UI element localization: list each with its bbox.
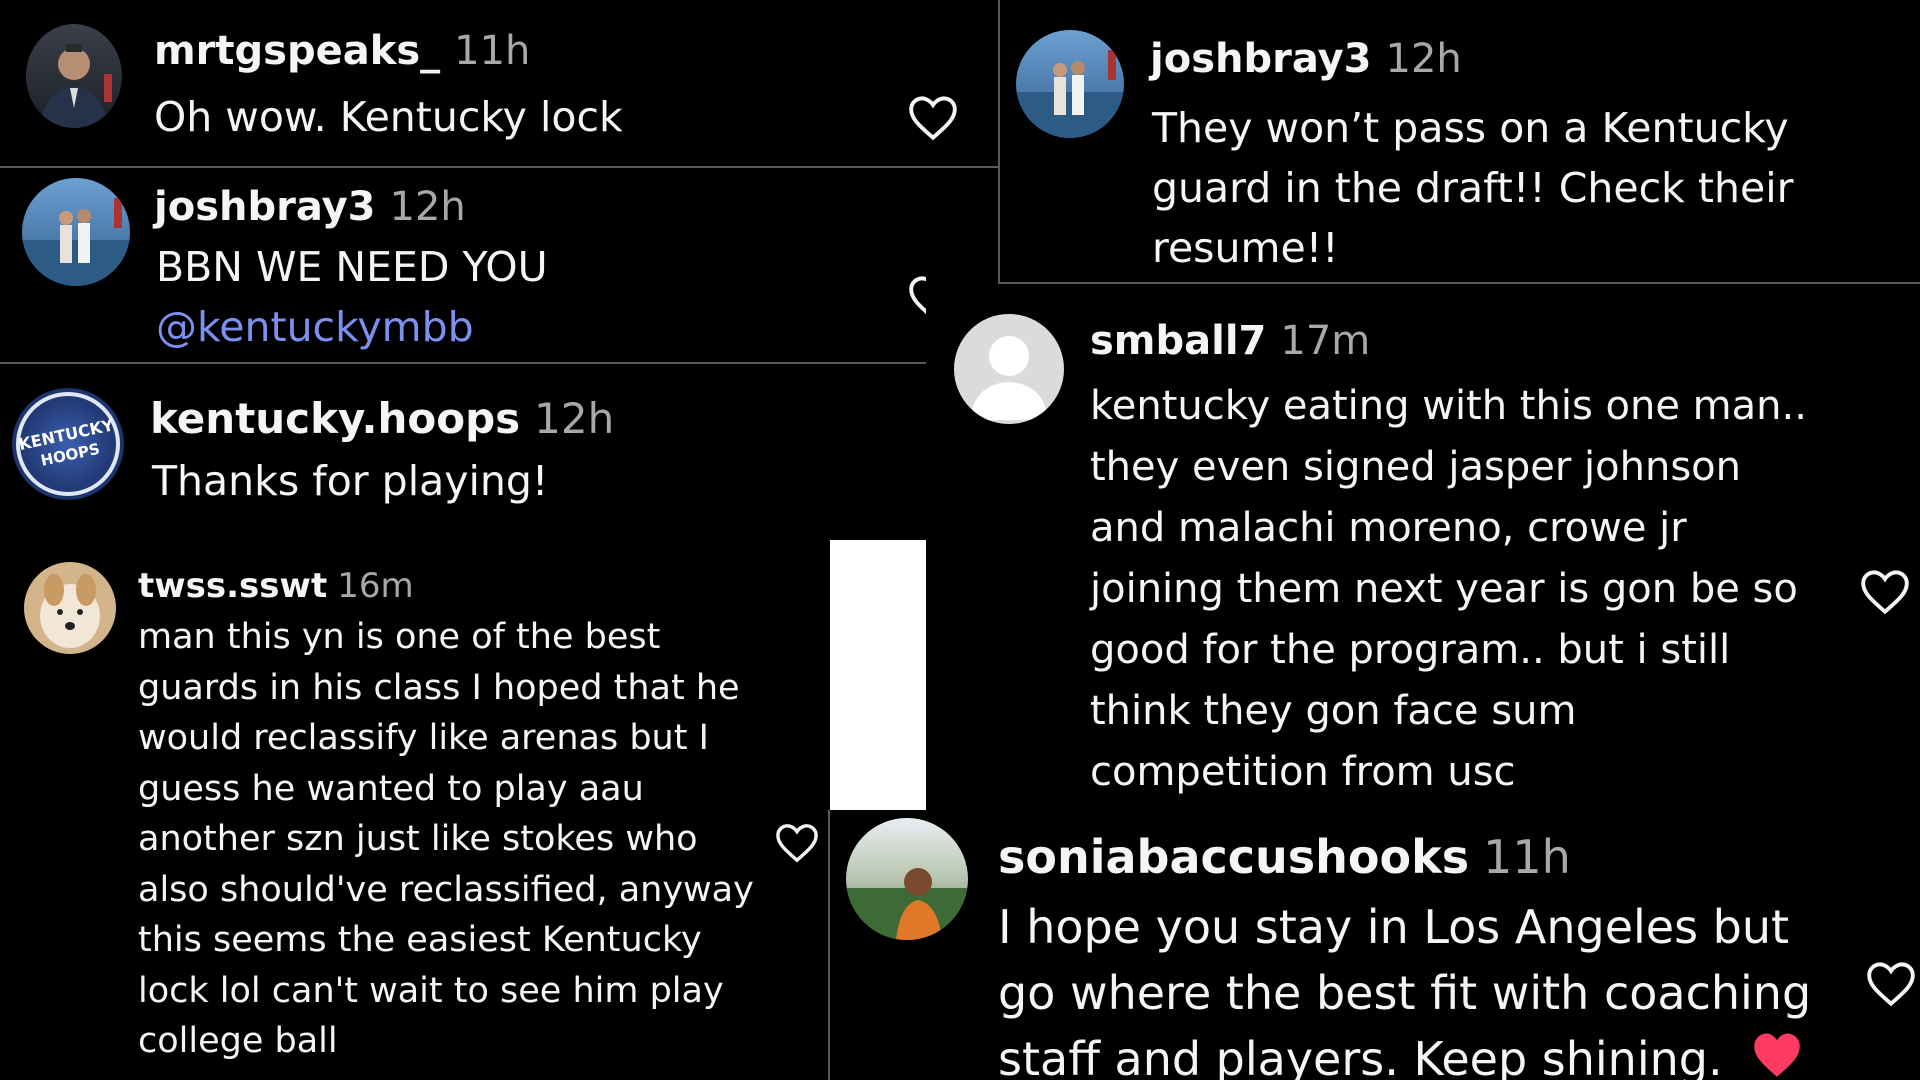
comment-mrtgspeaks: mrtgspeaks_ 11h Oh wow. Kentucky lock bbox=[0, 0, 998, 166]
comment-line: they even signed jasper johnson bbox=[1090, 444, 1741, 490]
couple-photo-icon bbox=[1016, 50, 1124, 138]
username[interactable]: smball7 bbox=[1090, 318, 1266, 364]
comment-line-text: staff and players. Keep shining. bbox=[998, 1032, 1723, 1080]
comment-text: I hope you stay in Los Angeles but go wh… bbox=[998, 894, 1811, 1080]
comment-line: think they gon face sum bbox=[1090, 688, 1577, 734]
comment-text: Thanks for playing! bbox=[152, 457, 549, 505]
avatar[interactable]: KENTUCKY HOOPS bbox=[12, 388, 124, 500]
comment-line: competition from usc bbox=[1090, 749, 1516, 795]
timestamp: 12h bbox=[1385, 36, 1462, 82]
timestamp: 12h bbox=[534, 394, 615, 443]
timestamp: 16m bbox=[337, 566, 414, 606]
comment-joshbray3-right: joshbray3 12h They won’t pass on a Kentuc… bbox=[1000, 0, 1920, 282]
comment-line: this seems the easiest Kentucky bbox=[138, 920, 702, 960]
comment-text: They won’t pass on a Kentucky guard in t… bbox=[1152, 98, 1793, 278]
divider bbox=[0, 362, 926, 364]
comment-line: guess he wanted to play aau bbox=[138, 768, 644, 809]
comment-line: college ball bbox=[138, 1021, 338, 1061]
timestamp: 17m bbox=[1280, 318, 1371, 364]
comment-line: lock lol can't wait to see him play bbox=[138, 970, 724, 1011]
comment-line: I hope you stay in Los Angeles but bbox=[998, 900, 1790, 954]
mention-link[interactable]: @kentuckymbb bbox=[156, 302, 474, 353]
comment-smball7: smball7 17m kentucky eating with this one… bbox=[928, 286, 1920, 810]
heart-outline-icon[interactable] bbox=[906, 94, 960, 146]
couple-photo-icon bbox=[22, 198, 130, 286]
comment-text: man this yn is one of the best guards in… bbox=[138, 612, 754, 1067]
comment-line: guards in his class I hoped that he bbox=[138, 667, 740, 708]
heart-outline-icon[interactable] bbox=[774, 822, 820, 868]
comment-line: and malachi moreno, crowe jr bbox=[1090, 505, 1687, 551]
kentucky-hoops-logo: KENTUCKY HOOPS bbox=[16, 392, 120, 496]
avatar[interactable] bbox=[1016, 30, 1124, 138]
comment-joshbray3-left: joshbray3 12h BBN WE NEED YOU @kentuckymb… bbox=[0, 170, 926, 362]
comment-line: another szn just like stokes who bbox=[138, 819, 698, 859]
red-heart-icon bbox=[1749, 1029, 1805, 1080]
avatar[interactable] bbox=[24, 562, 116, 654]
comment-line: guard in the draft!! Check their bbox=[1152, 164, 1794, 212]
username[interactable]: soniabaccushooks bbox=[998, 830, 1469, 884]
heart-outline-icon[interactable] bbox=[906, 274, 926, 326]
comment-line: go where the best fit with coaching bbox=[998, 966, 1812, 1020]
comment-line: resume!! bbox=[1152, 224, 1339, 272]
comment-soniabaccushooks: soniabaccushooks 11h I hope you stay in L… bbox=[832, 810, 1920, 1080]
comment-kentucky-hoops: KENTUCKY HOOPS kentucky.hoops 12h Thanks … bbox=[0, 366, 926, 536]
divider bbox=[0, 166, 998, 168]
avatar[interactable] bbox=[26, 24, 122, 128]
comment-line: also should've reclassified, anyway bbox=[138, 869, 754, 910]
default-avatar-icon[interactable] bbox=[954, 314, 1064, 424]
username[interactable]: kentucky.hoops bbox=[150, 394, 520, 443]
heart-outline-icon[interactable] bbox=[1858, 568, 1912, 620]
comment-text: kentucky eating with this one man.. they… bbox=[1090, 376, 1807, 803]
divider bbox=[998, 282, 1920, 284]
comment-line: staff and players. Keep shining. bbox=[998, 1026, 1811, 1080]
timestamp: 11h bbox=[454, 28, 531, 74]
comment-line: joining them next year is gon be so bbox=[1090, 566, 1798, 612]
divider bbox=[828, 810, 830, 1080]
person-photo-icon bbox=[846, 868, 968, 940]
person-avatar-icon bbox=[40, 44, 112, 128]
username[interactable]: joshbray3 bbox=[154, 184, 376, 230]
username[interactable]: joshbray3 bbox=[1150, 36, 1372, 82]
avatar[interactable] bbox=[22, 178, 130, 286]
comment-line: would reclassify like arenas but I bbox=[138, 718, 709, 758]
dog-avatar-icon bbox=[40, 574, 100, 648]
comment-text: Oh wow. Kentucky lock bbox=[154, 93, 623, 141]
username[interactable]: twss.sswt bbox=[138, 566, 327, 606]
comment-text: BBN WE NEED YOU bbox=[156, 243, 548, 291]
comment-line: kentucky eating with this one man.. bbox=[1090, 383, 1807, 429]
comment-twss-sswt: twss.sswt 16m man this yn is one of the b… bbox=[0, 540, 828, 1080]
username[interactable]: mrtgspeaks_ bbox=[154, 28, 440, 74]
comment-line: good for the program.. but i still bbox=[1090, 627, 1731, 673]
heart-outline-icon[interactable] bbox=[1864, 960, 1918, 1012]
comment-line: They won’t pass on a Kentucky bbox=[1152, 104, 1789, 152]
timestamp: 12h bbox=[389, 184, 466, 230]
comment-line: man this yn is one of the best bbox=[138, 617, 661, 657]
blank-block bbox=[830, 540, 926, 810]
timestamp: 11h bbox=[1483, 830, 1571, 884]
avatar[interactable] bbox=[846, 818, 968, 940]
